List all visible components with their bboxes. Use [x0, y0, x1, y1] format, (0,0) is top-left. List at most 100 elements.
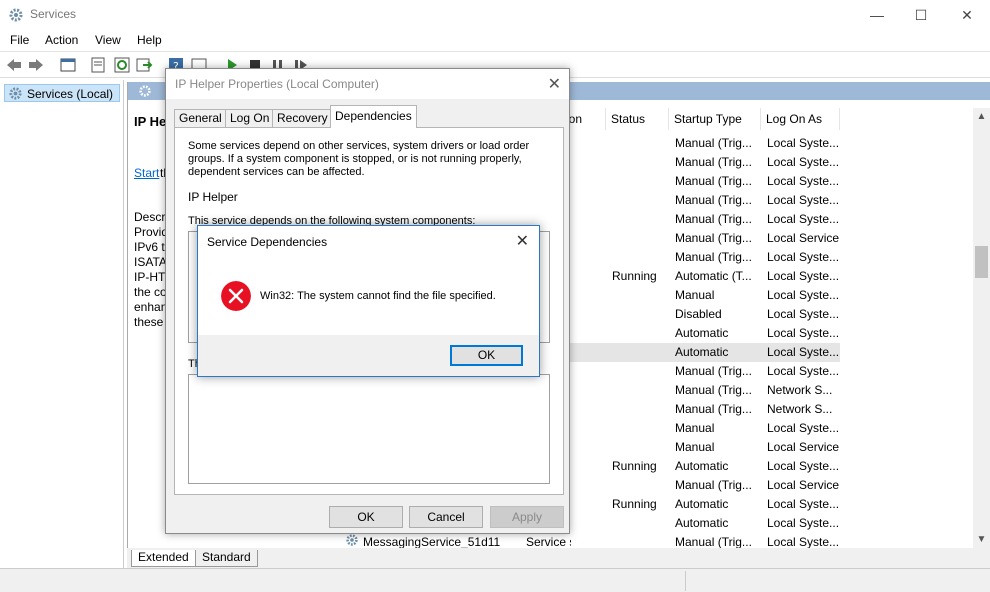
- view-tabs: Extended Standard: [127, 548, 990, 568]
- column-status[interactable]: Status: [606, 108, 669, 130]
- console-tree: Services (Local): [0, 80, 124, 568]
- cell-startup-type: Manual (Trig...: [675, 155, 752, 169]
- status-bar: [0, 568, 990, 592]
- column-startup-type[interactable]: Startup Type: [669, 108, 761, 130]
- cell-log-on-as: Local Syste...: [767, 326, 840, 340]
- menu-help[interactable]: Help: [137, 33, 162, 47]
- close-button[interactable]: ✕: [944, 0, 990, 30]
- cell-startup-type: Automatic: [675, 516, 729, 530]
- refresh-icon[interactable]: [113, 56, 131, 74]
- cell-startup-type: Automatic: [675, 326, 729, 340]
- tree-item-services-local[interactable]: Services (Local): [4, 84, 120, 102]
- cell-log-on-as: Local Syste...: [767, 174, 840, 188]
- tab-log-on[interactable]: Log On: [225, 109, 275, 128]
- description-line: IP-HT: [134, 270, 166, 284]
- properties-icon[interactable]: [89, 56, 107, 74]
- cell-log-on-as: Local Service: [767, 440, 840, 454]
- tab-standard[interactable]: Standard: [195, 550, 258, 567]
- apply-button[interactable]: Apply: [490, 506, 564, 528]
- properties-title-bar: IP Helper Properties (Local Computer) ✕: [166, 69, 569, 99]
- cell-log-on-as: Local Syste...: [767, 136, 840, 150]
- cell-startup-type: Manual (Trig...: [675, 136, 752, 150]
- description-line: the co: [134, 285, 167, 299]
- cell-startup-type: Automatic (T...: [675, 269, 752, 283]
- cell-log-on-as: Local Syste...: [767, 269, 840, 283]
- start-service-link[interactable]: Start: [134, 166, 159, 180]
- cell-startup-type: Manual (Trig...: [675, 231, 752, 245]
- cell-startup-type: Manual: [675, 440, 715, 454]
- scroll-down-arrow-icon[interactable]: ▼: [973, 531, 990, 548]
- cell-startup-type: Manual (Trig...: [675, 174, 752, 188]
- back-arrow-icon[interactable]: [5, 56, 23, 74]
- column-log-on-as[interactable]: Log On As: [761, 108, 840, 130]
- service-name: MessagingService_51d11: [363, 535, 501, 549]
- cell-log-on-as: Network S...: [767, 402, 833, 416]
- gear-icon: [346, 534, 358, 546]
- cell-log-on-as: Local Syste...: [767, 250, 840, 264]
- services-window: Services — ☐ ✕ File Action View Help ? S: [0, 0, 990, 592]
- dependencies-explanation: Some services depend on other services, …: [188, 140, 530, 178]
- cell-description: Service sup...: [526, 535, 571, 549]
- cell-log-on-as: Local Syste...: [767, 155, 840, 169]
- close-icon[interactable]: ✕: [548, 74, 561, 94]
- window-title: Services: [30, 7, 77, 21]
- error-title: Service Dependencies: [207, 235, 328, 249]
- forward-arrow-icon[interactable]: [27, 56, 45, 74]
- cell-log-on-as: Local Syste...: [767, 459, 840, 473]
- error-dialog: Service Dependencies ✕ Win32: The system…: [197, 225, 540, 377]
- cell-log-on-as: Network S...: [767, 383, 833, 397]
- minimize-button[interactable]: —: [854, 0, 900, 30]
- scroll-thumb[interactable]: [975, 246, 988, 278]
- menu-file[interactable]: File: [10, 33, 29, 47]
- title-bar: Services — ☐ ✕: [0, 0, 990, 30]
- scroll-up-arrow-icon[interactable]: ▲: [973, 108, 990, 125]
- error-message: Win32: The system cannot find the file s…: [260, 290, 496, 302]
- cell-startup-type: Manual (Trig...: [675, 250, 752, 264]
- cell-startup-type: Automatic: [675, 497, 729, 511]
- cell-log-on-as: Local Syste...: [767, 212, 840, 226]
- cell-startup-type: Manual (Trig...: [675, 193, 752, 207]
- gear-icon: [139, 85, 151, 97]
- cell-startup-type: Manual (Trig...: [675, 478, 752, 492]
- cell-log-on-as: Local Syste...: [767, 535, 840, 549]
- cell-startup-type: Manual: [675, 288, 715, 302]
- description-line: Descri: [134, 210, 169, 224]
- error-content: Service Dependencies ✕ Win32: The system…: [198, 226, 539, 335]
- ok-button[interactable]: OK: [329, 506, 403, 528]
- gear-icon: [9, 87, 22, 100]
- description-line: enhan: [134, 300, 168, 314]
- error-icon: [221, 281, 251, 311]
- tab-recovery[interactable]: Recovery: [272, 109, 333, 128]
- cell-startup-type: Manual (Trig...: [675, 383, 752, 397]
- cell-log-on-as: Local Syste...: [767, 364, 840, 378]
- tab-dependencies[interactable]: Dependencies: [330, 105, 417, 128]
- maximize-button[interactable]: ☐: [898, 0, 944, 30]
- dependents-list[interactable]: [188, 374, 550, 484]
- error-ok-button[interactable]: OK: [450, 345, 523, 366]
- cell-log-on-as: Local Syste...: [767, 516, 840, 530]
- cell-startup-type: Manual (Trig...: [675, 364, 752, 378]
- cell-status: Running: [612, 269, 657, 283]
- cell-log-on-as: Local Service: [767, 478, 840, 492]
- properties-title: IP Helper Properties (Local Computer): [175, 77, 379, 91]
- menu-bar: File Action View Help: [0, 30, 990, 52]
- description-line: ISATA: [134, 255, 167, 269]
- cell-log-on-as: Local Syste...: [767, 345, 840, 359]
- cell-status: Running: [612, 497, 657, 511]
- vertical-scrollbar[interactable]: ▲ ▼: [973, 108, 990, 548]
- tab-general[interactable]: General: [174, 109, 227, 128]
- close-icon[interactable]: ✕: [516, 231, 529, 251]
- menu-view[interactable]: View: [95, 33, 121, 47]
- menu-action[interactable]: Action: [45, 33, 78, 47]
- console-tree-icon[interactable]: [59, 56, 77, 74]
- cell-startup-type: Manual (Trig...: [675, 402, 752, 416]
- cell-log-on-as: Local Syste...: [767, 288, 840, 302]
- export-icon[interactable]: [135, 56, 153, 74]
- tab-extended[interactable]: Extended: [131, 550, 196, 567]
- cell-log-on-as: Local Service: [767, 231, 840, 245]
- cell-log-on-as: Local Syste...: [767, 307, 840, 321]
- cancel-button[interactable]: Cancel: [409, 506, 483, 528]
- service-name-label: IP Helper: [188, 190, 238, 204]
- properties-tabs: General Log On Recovery Dependencies: [174, 105, 564, 128]
- cell-startup-type: Manual: [675, 421, 715, 435]
